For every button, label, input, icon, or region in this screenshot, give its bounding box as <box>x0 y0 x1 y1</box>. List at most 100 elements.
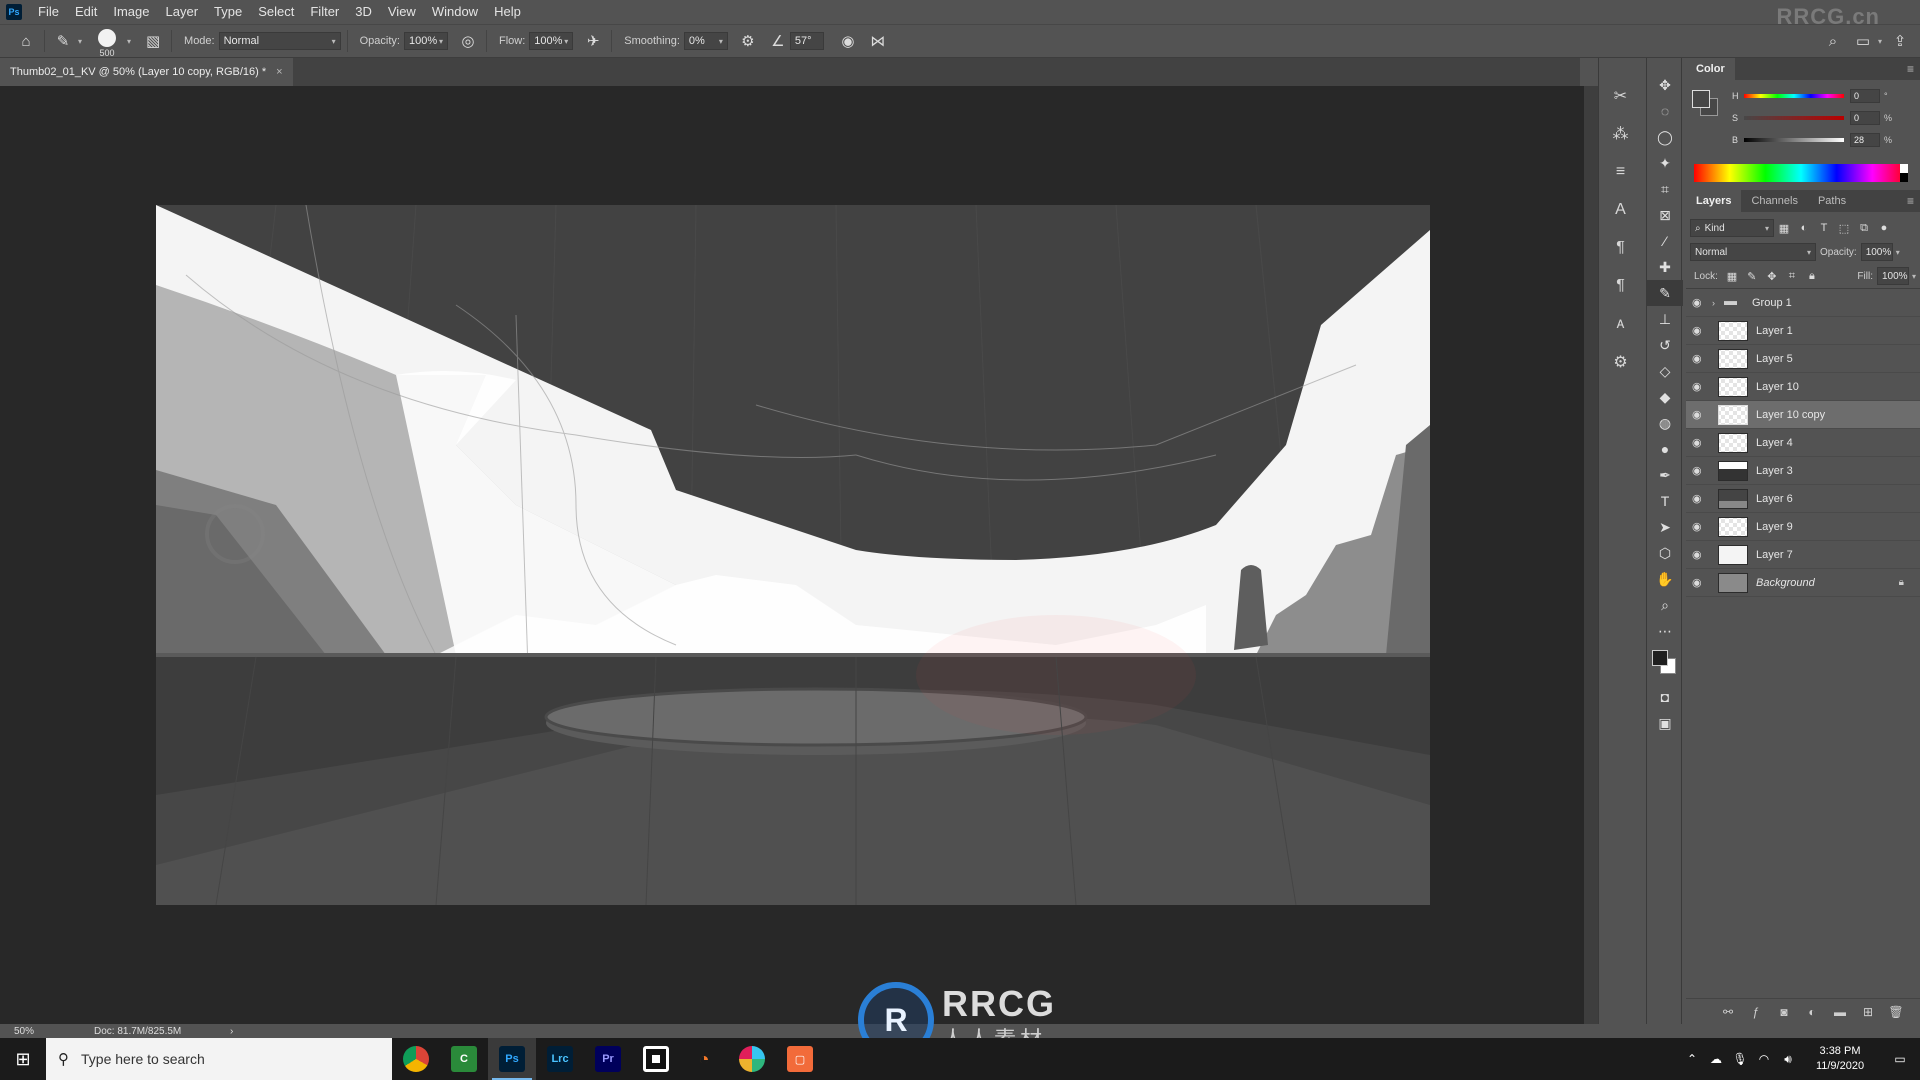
taskbar-search[interactable]: ⚲ Type here to search <box>46 1038 392 1080</box>
eye-icon[interactable]: ◉ <box>1692 324 1712 337</box>
clone-stamp-tool-icon[interactable]: ⊥ <box>1647 306 1683 332</box>
notifications-icon[interactable]: ▭ <box>1880 1052 1920 1066</box>
brush-preset-picker[interactable]: 500 <box>90 26 124 58</box>
chrome-app[interactable] <box>392 1038 440 1080</box>
brush-tool-preset-icon[interactable]: ✎ <box>51 29 75 53</box>
brush-settings-panel-icon[interactable]: ▧ <box>141 29 165 53</box>
filter-pixel-icon[interactable]: ▦ <box>1774 219 1794 237</box>
cloud-icon[interactable]: ☁ <box>1704 1052 1728 1066</box>
chevron-up-icon[interactable]: ⌃ <box>1680 1052 1704 1066</box>
lock-all-icon[interactable]: 🔒︎ <box>1802 267 1822 285</box>
color-foreground-swatch[interactable] <box>1692 90 1710 108</box>
paint-bucket-tool-icon[interactable]: ◆ <box>1647 384 1683 410</box>
layer-row[interactable]: ◉ Layer 7 <box>1686 541 1920 569</box>
paragraph-icon[interactable]: ¶ <box>1605 232 1637 264</box>
volume-icon[interactable]: 🔊︎ <box>1776 1052 1800 1067</box>
document-tab[interactable]: Thumb02_01_KV @ 50% (Layer 10 copy, RGB/… <box>0 58 293 86</box>
eye-icon[interactable]: ◉ <box>1692 576 1712 589</box>
more-tools-icon[interactable]: ⋯ <box>1647 618 1683 644</box>
flow-field[interactable]: 100% ▾ <box>529 32 574 50</box>
layer-row[interactable]: ◉ Layer 6 <box>1686 485 1920 513</box>
eye-icon[interactable]: ◉ <box>1692 380 1712 393</box>
saturation-slider[interactable] <box>1744 116 1844 120</box>
chevron-down-icon[interactable]: ▾ <box>127 37 131 46</box>
layer-row-group-1[interactable]: ◉ › ▬ Group 1 <box>1686 289 1920 317</box>
tab-paths[interactable]: Paths <box>1808 190 1856 212</box>
filter-toggle-icon[interactable]: ● <box>1874 219 1894 237</box>
eyedropper-tool-icon[interactable]: ⁄ <box>1647 228 1683 254</box>
status-arrow-icon[interactable]: › <box>230 1026 233 1037</box>
fill-field[interactable]: 100% <box>1876 267 1909 285</box>
zoom-tool-icon[interactable]: ⌕ <box>1647 592 1683 618</box>
lock-position-icon[interactable]: ✥ <box>1762 267 1782 285</box>
artboard-canvas[interactable] <box>156 205 1430 905</box>
crop-tool-icon[interactable]: ⌗ <box>1647 176 1683 202</box>
pressure-opacity-icon[interactable]: ◎ <box>456 29 480 53</box>
type-tool-icon[interactable]: T <box>1647 488 1683 514</box>
saturation-value[interactable]: 0 <box>1850 111 1880 125</box>
close-icon[interactable]: × <box>276 66 282 78</box>
link-layers-icon[interactable]: ⚯ <box>1714 1005 1742 1019</box>
adjustment-layer-icon[interactable]: ◐ <box>1798 1005 1826 1019</box>
menu-help[interactable]: Help <box>486 0 529 24</box>
layer-row[interactable]: ◉ Layer 9 <box>1686 513 1920 541</box>
panel-menu-icon[interactable]: ≡ <box>1907 194 1914 208</box>
premiere-app[interactable]: Pr <box>584 1038 632 1080</box>
eye-icon[interactable]: ◉ <box>1692 408 1712 421</box>
share-icon[interactable]: ⇪ <box>1888 29 1912 53</box>
eye-icon[interactable]: ◉ <box>1692 492 1712 505</box>
canvas-workarea[interactable] <box>0 86 1584 1024</box>
black-white-swatch[interactable] <box>1900 164 1908 182</box>
chevron-down-icon[interactable]: ▾ <box>78 37 82 46</box>
opacity-field[interactable]: 100% ▾ <box>403 32 448 50</box>
symmetry-icon[interactable]: ⋈ <box>866 29 890 53</box>
filter-adjustment-icon[interactable]: ◐ <box>1794 219 1814 237</box>
trash-icon[interactable]: 🗑︎ <box>1882 1005 1910 1019</box>
vertical-scrollbar[interactable] <box>1584 86 1598 1024</box>
eye-icon[interactable]: ◉ <box>1692 548 1712 561</box>
hue-value[interactable]: 0 <box>1850 89 1880 103</box>
new-layer-icon[interactable]: ⊞ <box>1854 1005 1882 1019</box>
menu-layer[interactable]: Layer <box>158 0 207 24</box>
orange-app[interactable]: ▢ <box>776 1038 824 1080</box>
windows-start-icon[interactable]: ⊞ <box>0 1038 46 1080</box>
lasso-tool-icon[interactable]: ◯ <box>1647 124 1683 150</box>
lock-artboard-icon[interactable]: ⌗ <box>1782 267 1802 285</box>
layer-style-icon[interactable]: ƒ <box>1742 1005 1770 1019</box>
tab-color[interactable]: Color <box>1686 58 1735 80</box>
layer-opacity-field[interactable]: 100% <box>1860 243 1893 261</box>
menu-image[interactable]: Image <box>105 0 157 24</box>
color-swatches[interactable] <box>1647 644 1683 684</box>
properties-icon[interactable]: ⚙ <box>1605 346 1637 378</box>
menu-3d[interactable]: 3D <box>347 0 380 24</box>
layer-row[interactable]: ◉ Layer 4 <box>1686 429 1920 457</box>
tab-channels[interactable]: Channels <box>1741 190 1807 212</box>
pen-tool-icon[interactable]: ✒ <box>1647 462 1683 488</box>
eye-icon[interactable]: ◉ <box>1692 464 1712 477</box>
tab-layers[interactable]: Layers <box>1686 190 1742 212</box>
chevron-right-icon[interactable]: › <box>1712 298 1724 308</box>
brightness-slider[interactable] <box>1744 138 1844 142</box>
filter-smart-object-icon[interactable]: ⧉ <box>1854 219 1874 237</box>
add-mask-icon[interactable]: ◙ <box>1770 1005 1798 1019</box>
slack-app[interactable] <box>728 1038 776 1080</box>
adjustments-icon[interactable]: ≡ <box>1605 156 1637 188</box>
screen-mode-icon[interactable]: ▣ <box>1647 710 1683 736</box>
media-player-app[interactable] <box>632 1038 680 1080</box>
eye-icon[interactable]: ◉ <box>1692 520 1712 533</box>
eraser-tool-icon[interactable]: ◇ <box>1647 358 1683 384</box>
angle-field[interactable]: 57° <box>789 32 824 50</box>
filter-shape-icon[interactable]: ⬚ <box>1834 219 1854 237</box>
pressure-size-icon[interactable]: ◉ <box>836 29 860 53</box>
panel-menu-icon[interactable]: ≡ <box>1907 62 1914 76</box>
layer-row-selected[interactable]: ◉ Layer 10 copy <box>1686 401 1920 429</box>
frame-tool-icon[interactable]: ⊠ <box>1647 202 1683 228</box>
blender-app[interactable]: ◔ <box>680 1038 728 1080</box>
clip-studio-app[interactable]: C <box>440 1038 488 1080</box>
menu-window[interactable]: Window <box>424 0 486 24</box>
new-group-icon[interactable]: ▬ <box>1826 1005 1854 1019</box>
character-icon[interactable]: A <box>1605 194 1637 226</box>
wifi-icon[interactable]: ◠ <box>1752 1052 1776 1066</box>
hand-tool-icon[interactable]: ✋ <box>1647 566 1683 592</box>
path-selection-tool-icon[interactable]: ➤ <box>1647 514 1683 540</box>
